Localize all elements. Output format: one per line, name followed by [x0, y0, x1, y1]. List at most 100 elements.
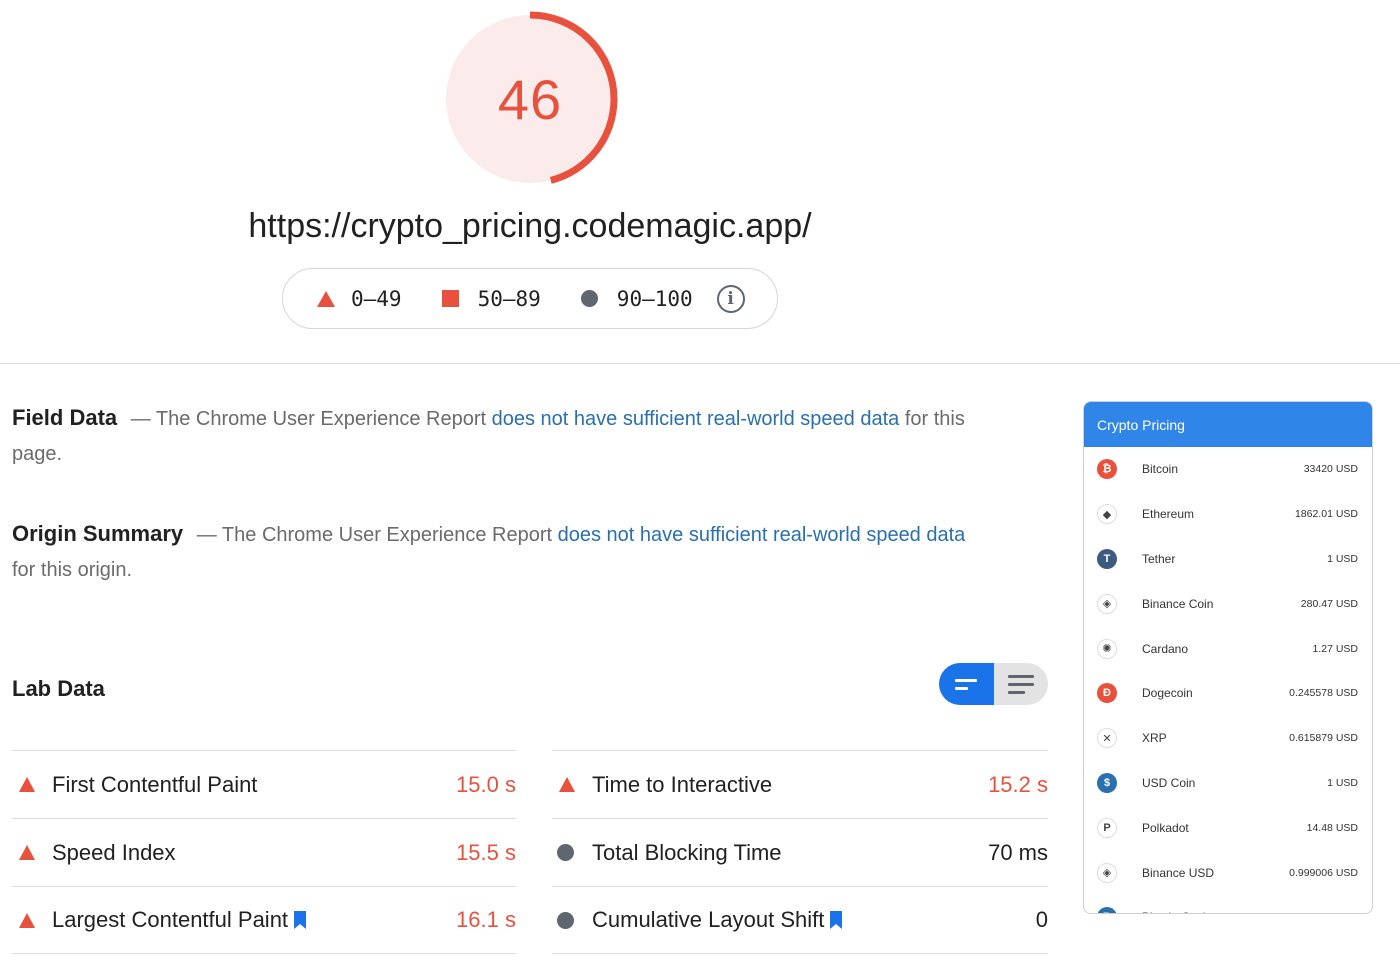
triangle-icon [317, 290, 335, 307]
metric-status-icon [12, 912, 52, 928]
metric-label: Time to Interactive [592, 772, 772, 798]
coin-price: 0.245578 USD [1289, 687, 1358, 700]
coin-price: 14.48 USD [1306, 821, 1358, 834]
legend-poor: 0–49 [317, 287, 402, 311]
coin-price: 0.999006 USD [1289, 866, 1358, 879]
metric-row: Cumulative Layout Shift 0 [552, 886, 1048, 954]
metric-status-icon [12, 845, 52, 860]
coin-price: 491.33 USD [1301, 911, 1358, 913]
coin-list-item: P Polkadot 14.48 USD [1084, 805, 1372, 850]
metric-label-text: Cumulative Layout Shift [592, 907, 825, 932]
coin-list-item: B Bitcoin Cash 491.33 USD [1084, 895, 1372, 913]
polkadot-icon: P [1097, 817, 1117, 838]
expanded-view-button[interactable] [993, 663, 1048, 705]
cardano-icon: ✺ [1097, 638, 1117, 659]
coin-price: 0.615879 USD [1289, 732, 1358, 745]
metric-status-icon [552, 911, 592, 929]
metric-label: Total Blocking Time [592, 840, 782, 866]
metrics-column-right: Time to Interactive 15.2 s Total Blocking … [552, 750, 1048, 954]
metric-value: 16.1 s [456, 907, 516, 932]
poor-triangle-icon [559, 777, 575, 792]
coin-price: 1.27 USD [1312, 642, 1358, 655]
score-legend: 0–49 50–89 90–100 i [282, 268, 778, 329]
compact-line-icon [955, 678, 978, 682]
coin-list-item: Ð Dogecoin 0.245578 USD [1084, 671, 1372, 716]
origin-summary-text: The Chrome User Experience Report [221, 524, 553, 546]
bookmark-icon [294, 911, 307, 929]
app-title-bar: Crypto Pricing [1084, 402, 1372, 447]
coin-list-item: $ USD Coin 1 USD [1084, 761, 1372, 806]
metric-row: First Contentful Paint 15.0 s [12, 750, 516, 818]
final-screenshot: Crypto Pricing ₿ Bitcoin 33420 USD ◆ Ethereu… [1083, 401, 1373, 914]
metric-value: 15.0 s [456, 771, 516, 797]
coin-price: 1862.01 USD [1294, 508, 1358, 521]
origin-summary-section: Origin Summary — The Chrome User Experie… [12, 516, 972, 588]
performance-score: 46 [497, 67, 563, 131]
origin-summary-title: Origin Summary [12, 521, 184, 546]
metric-row: Total Blocking Time 70 ms [552, 818, 1048, 886]
compact-view-button[interactable] [939, 663, 994, 705]
coin-name: Tether [1142, 551, 1176, 566]
expanded-line-icon [1007, 674, 1034, 678]
dogecoin-icon: Ð [1097, 683, 1117, 704]
coin-name: Binance USD [1142, 865, 1215, 880]
coin-name: Binance Coin [1142, 596, 1214, 611]
expanded-line-icon [1007, 690, 1025, 694]
ethereum-icon: ◆ [1097, 504, 1117, 525]
origin-summary-link[interactable]: does not have sufficient real-world spee… [558, 524, 966, 546]
performance-score-gauge: 46 [441, 10, 619, 188]
coin-name: Bitcoin [1142, 462, 1179, 477]
origin-summary-text-after: for this origin. [12, 559, 133, 581]
coin-list-item: ₿ Bitcoin 33420 USD [1084, 447, 1372, 492]
good-circle-icon [557, 844, 574, 861]
metrics-column-left: First Contentful Paint 15.0 s Speed Index 1… [12, 750, 516, 954]
coin-price: 1 USD [1327, 776, 1358, 789]
report-url: https://crypto_pricing.codemagic.app/ [248, 207, 812, 245]
metric-row: Speed Index 15.5 s [12, 818, 516, 886]
coin-name: USD Coin [1142, 775, 1196, 790]
metric-status-icon [552, 777, 592, 792]
poor-triangle-icon [19, 912, 35, 928]
field-data-title: Field Data [12, 405, 118, 430]
usd-coin-icon: $ [1097, 772, 1117, 793]
legend-average-label: 50–89 [477, 286, 541, 311]
lab-data-title: Lab Data [12, 676, 105, 701]
metric-value: 15.5 s [456, 839, 516, 865]
poor-triangle-icon [19, 845, 35, 860]
expanded-line-icon [1007, 682, 1034, 686]
poor-triangle-icon [19, 777, 35, 792]
coin-list-item: ◈ Binance USD 0.999006 USD [1084, 850, 1372, 895]
coin-name: Polkadot [1142, 820, 1189, 835]
metric-label-text: Speed Index [52, 839, 176, 865]
metric-label-text: Largest Contentful Paint [52, 907, 289, 932]
good-circle-icon [557, 911, 574, 929]
info-icon[interactable]: i [716, 284, 745, 313]
coin-list-item: ✕ XRP 0.615879 USD [1084, 716, 1372, 761]
metric-row: Largest Contentful Paint 16.1 s [12, 886, 516, 954]
coin-name: Bitcoin Cash [1142, 910, 1209, 913]
binance-usd-icon: ◈ [1097, 862, 1117, 883]
metric-value: 70 ms [988, 839, 1048, 865]
bitcoin-cash-icon: B [1097, 907, 1117, 913]
coin-price: 1 USD [1327, 552, 1358, 565]
field-data-section: Field Data — The Chrome User Experience … [12, 400, 972, 472]
metric-label-text: Time to Interactive [592, 771, 773, 797]
coin-list-item: ◈ Binance Coin 280.47 USD [1084, 581, 1372, 626]
metric-label-text: First Contentful Paint [52, 771, 258, 797]
coin-price: 33420 USD [1303, 463, 1358, 476]
app-title: Crypto Pricing [1097, 416, 1185, 433]
field-data-text: The Chrome User Experience Report [155, 408, 487, 430]
tether-icon: T [1097, 548, 1117, 569]
coin-list-item: T Tether 1 USD [1084, 537, 1372, 582]
view-toggle [939, 663, 1048, 705]
legend-good: 90–100 [580, 287, 693, 311]
coin-list: ₿ Bitcoin 33420 USD ◆ Ethereum 1862.01 USD T Te… [1084, 447, 1372, 913]
metric-label: First Contentful Paint [52, 772, 257, 798]
field-data-link[interactable]: does not have sufficient real-world spee… [492, 408, 900, 430]
coin-list-item: ◆ Ethereum 1862.01 USD [1084, 492, 1372, 537]
origin-summary-dash: — [196, 524, 217, 546]
coin-name: Ethereum [1142, 507, 1195, 522]
coin-list-item: ✺ Cardano 1.27 USD [1084, 626, 1372, 671]
square-icon [441, 290, 459, 307]
coin-name: Dogecoin [1142, 686, 1193, 701]
